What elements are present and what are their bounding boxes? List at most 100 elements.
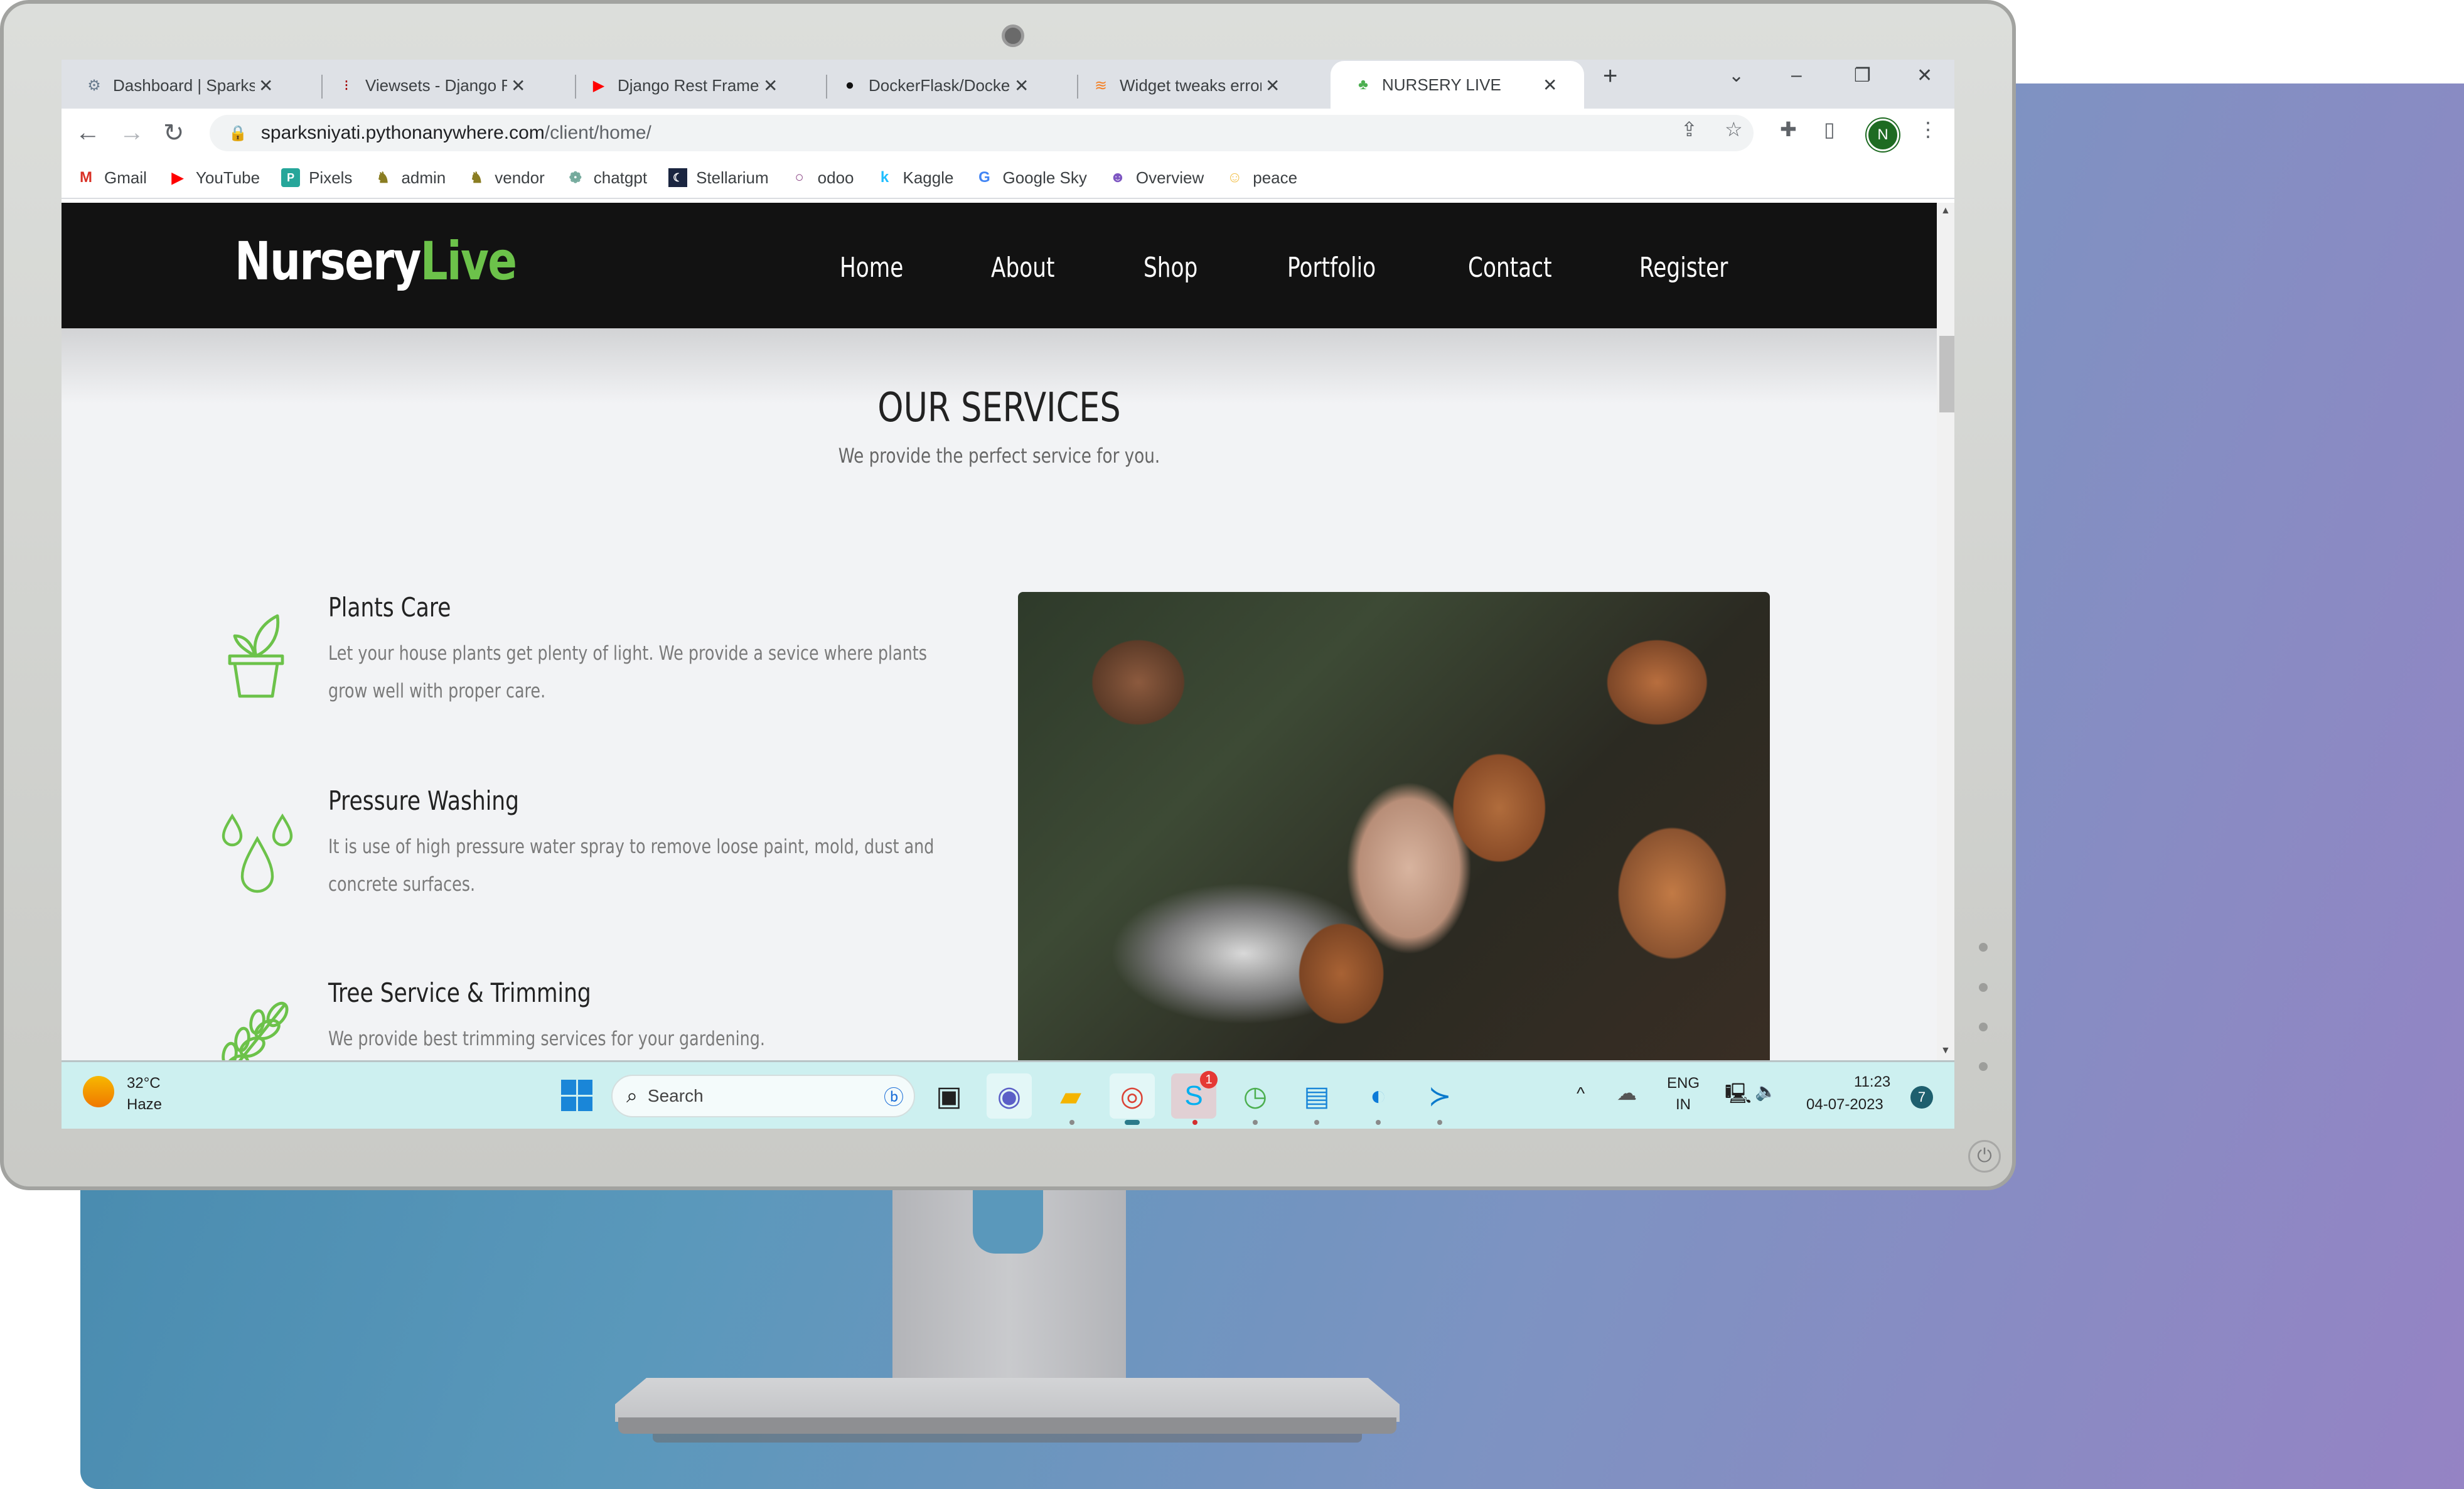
scrollbar-thumb[interactable] xyxy=(1939,336,1954,412)
bookmark-star-icon[interactable]: ☆ xyxy=(1725,117,1743,141)
tab-nursery-live[interactable]: ♣ NURSERY LIVE ✕ xyxy=(1331,61,1584,109)
bookmark-youtube[interactable]: ▶ YouTube xyxy=(168,168,260,188)
notification-badge[interactable]: 7 xyxy=(1910,1086,1933,1109)
power-icon[interactable]: ⏻ xyxy=(1968,1140,2001,1173)
weather-icon[interactable] xyxy=(83,1076,114,1107)
side-button[interactable] xyxy=(1979,1062,1988,1071)
task-view-icon[interactable]: ▣ xyxy=(926,1073,972,1119)
search-icon: ⌕ xyxy=(626,1084,638,1107)
vscode-icon[interactable]: ≻ xyxy=(1417,1073,1462,1119)
volume-icon[interactable]: 🔈 xyxy=(1755,1081,1777,1102)
nav-portfolio[interactable]: Portfolio xyxy=(1287,252,1376,284)
windows-start-icon[interactable] xyxy=(561,1080,592,1111)
language-line2[interactable]: IN xyxy=(1676,1096,1691,1114)
service-title: Tree Service & Trimming xyxy=(328,977,591,1008)
taskbar-search[interactable]: ⌕ Search ⓑ xyxy=(611,1075,915,1117)
stackoverflow-favicon: ≋ xyxy=(1094,77,1108,94)
monitor-stand-base-edge xyxy=(618,1417,1396,1434)
share-icon[interactable]: ⇪ xyxy=(1681,117,1698,141)
close-tab-icon[interactable]: ✕ xyxy=(1014,75,1029,96)
side-button[interactable] xyxy=(1979,1023,1988,1031)
side-panel-icon[interactable]: ▯ xyxy=(1824,117,1835,141)
bookmark-vendor[interactable]: ♞ vendor xyxy=(467,168,545,188)
scroll-up-arrow[interactable]: ▲ xyxy=(1941,205,1951,217)
running-indicator xyxy=(1069,1120,1074,1125)
close-tab-icon[interactable]: ✕ xyxy=(1265,75,1280,96)
side-button[interactable] xyxy=(1979,943,1988,952)
bookmarks-bar: M Gmail ▶ YouTube P Pixels ♞ admin ♞ vendor ❁… xyxy=(62,158,1954,199)
bing-icon[interactable]: ⓑ xyxy=(884,1082,904,1110)
close-window-button[interactable]: ✕ xyxy=(1917,65,1932,87)
nav-about[interactable]: About xyxy=(991,252,1054,284)
overview-icon: ☻ xyxy=(1110,169,1126,186)
service-description: We provide best trimming services for yo… xyxy=(328,1028,766,1050)
bookmark-stellarium[interactable]: ☾ Stellarium xyxy=(668,168,769,188)
bookmark-admin[interactable]: ♞ admin xyxy=(373,168,446,188)
monitor-stand-base xyxy=(615,1378,1400,1422)
profile-avatar[interactable]: N xyxy=(1867,119,1899,151)
dashboard-favicon: ⚙ xyxy=(87,77,101,94)
bookmark-kaggle[interactable]: k Kaggle xyxy=(876,168,954,188)
clock-time[interactable]: 11:23 xyxy=(1854,1073,1890,1091)
bookmark-gmail[interactable]: M Gmail xyxy=(77,168,147,188)
teams-icon[interactable]: ◉ xyxy=(987,1073,1032,1119)
gmail-icon: M xyxy=(80,169,92,186)
tab-dashboard[interactable]: ⚙ Dashboard | SparksTo ✕ xyxy=(62,67,273,104)
new-tab-button[interactable]: + xyxy=(1603,62,1617,90)
nav-register[interactable]: Register xyxy=(1639,252,1728,284)
bookmark-pixels[interactable]: P Pixels xyxy=(281,168,352,188)
nav-shop[interactable]: Shop xyxy=(1144,252,1197,284)
nav-home[interactable]: Home xyxy=(840,252,903,284)
close-tab-icon[interactable]: ✕ xyxy=(511,75,525,96)
back-button[interactable]: ← xyxy=(75,119,100,147)
site-logo[interactable]: NurseryLive xyxy=(235,230,517,292)
tab-search-dropdown[interactable]: ⌄ xyxy=(1728,65,1744,87)
restore-button[interactable]: ❐ xyxy=(1854,65,1871,87)
url-text[interactable]: sparksniyati.pythonanywhere.com/client/h… xyxy=(261,122,651,144)
scroll-down-arrow[interactable]: ▼ xyxy=(1941,1045,1951,1056)
notepad-icon[interactable]: ▤ xyxy=(1294,1073,1339,1119)
service-title: Plants Care xyxy=(328,592,451,623)
admin-icon: ♞ xyxy=(376,169,390,186)
tab-dockerflask[interactable]: ● DockerFlask/Dockerfil ✕ xyxy=(817,67,1029,104)
close-tab-icon[interactable]: ✕ xyxy=(259,75,273,96)
service-description: Let your house plants get plenty of ligh… xyxy=(328,642,928,702)
bookmark-google-sky[interactable]: G Google Sky xyxy=(975,168,1087,188)
file-explorer-icon[interactable]: ▰ xyxy=(1048,1073,1093,1119)
screen: ⚙ Dashboard | SparksTo ✕ ⁝ Viewsets - Dj… xyxy=(62,60,1954,1129)
onedrive-icon[interactable]: ☁ xyxy=(1617,1081,1637,1105)
google-icon: G xyxy=(978,169,990,186)
edge-icon[interactable]: ◐ xyxy=(1356,1073,1401,1119)
extensions-icon[interactable]: ✚ xyxy=(1780,117,1797,141)
running-indicator xyxy=(1437,1120,1442,1125)
tab-viewsets[interactable]: ⁝ Viewsets - Django RES ✕ xyxy=(314,67,525,104)
weather-temp[interactable]: 32°C xyxy=(127,1075,161,1092)
menu-kebab-icon[interactable]: ⋮ xyxy=(1918,117,1938,141)
tab-widget-tweaks[interactable]: ≋ Widget tweaks error I ✕ xyxy=(1068,67,1280,104)
tab-django-rest-framework[interactable]: ▶ Django Rest Framewo ✕ xyxy=(566,67,778,104)
windows-taskbar: 32°C Haze ⌕ Search ⓑ ▣ ◉ ▰ ◎ S 1 ◷ ▤ ◐ ≻… xyxy=(62,1060,1954,1129)
bookmark-chatgpt[interactable]: ❁ chatgpt xyxy=(566,168,647,188)
network-icon[interactable]: 🖳 xyxy=(1725,1080,1752,1114)
close-tab-icon[interactable]: ✕ xyxy=(1543,75,1557,95)
page-scrollbar[interactable]: ▲ ▼ xyxy=(1937,203,1954,1060)
clock-date[interactable]: 04-07-2023 xyxy=(1806,1096,1883,1114)
weather-condition[interactable]: Haze xyxy=(127,1096,162,1114)
side-button[interactable] xyxy=(1979,983,1988,992)
chrome-icon[interactable]: ◎ xyxy=(1110,1073,1155,1119)
language-line1[interactable]: ENG xyxy=(1667,1075,1700,1092)
forward-button[interactable]: → xyxy=(119,119,144,147)
bookmark-odoo[interactable]: ○ odoo xyxy=(790,168,854,188)
clock-icon[interactable]: ◷ xyxy=(1233,1073,1278,1119)
service-title: Pressure Washing xyxy=(328,785,520,816)
show-hidden-icons[interactable]: ^ xyxy=(1577,1083,1585,1104)
reload-button[interactable]: ↻ xyxy=(163,119,185,148)
address-bar[interactable]: 🔒 sparksniyati.pythonanywhere.com/client… xyxy=(210,115,1754,151)
nav-contact[interactable]: Contact xyxy=(1468,252,1552,284)
bookmark-peace[interactable]: ☺ peace xyxy=(1225,168,1297,188)
close-tab-icon[interactable]: ✕ xyxy=(763,75,778,96)
minimize-button[interactable]: – xyxy=(1791,65,1802,86)
bookmark-overview[interactable]: ☻ Overview xyxy=(1108,168,1204,188)
youtube-icon: ▶ xyxy=(171,169,184,186)
running-indicator xyxy=(1314,1120,1319,1125)
